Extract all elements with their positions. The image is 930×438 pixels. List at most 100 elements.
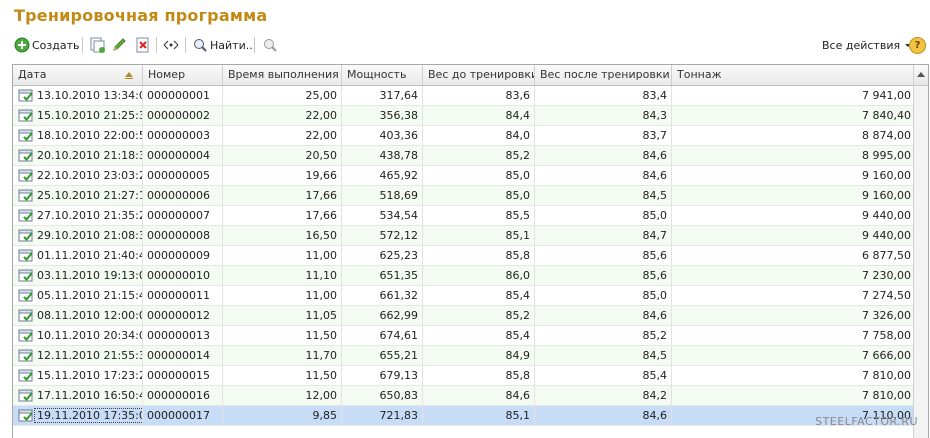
cell-tonnage[interactable]: 7 326,00 <box>672 306 915 325</box>
cell-number[interactable]: 000000004 <box>143 146 223 165</box>
cell-power[interactable]: 655,21 <box>342 346 423 365</box>
cell-tonnage[interactable]: 9 440,00 <box>672 226 915 245</box>
cell-number[interactable]: 000000012 <box>143 306 223 325</box>
cell-date[interactable]: 12.11.2010 21:55:32 <box>13 346 143 365</box>
cell-weight-after[interactable]: 84,5 <box>535 186 672 205</box>
vertical-scrollbar[interactable] <box>913 65 928 438</box>
cell-tonnage[interactable]: 7 810,00 <box>672 386 915 405</box>
cell-number[interactable]: 000000008 <box>143 226 223 245</box>
cell-date[interactable]: 22.10.2010 23:03:28 <box>13 166 143 185</box>
cell-power[interactable]: 662,99 <box>342 306 423 325</box>
cell-weight-after[interactable]: 84,3 <box>535 106 672 125</box>
cancel-search-icon[interactable] <box>262 37 278 53</box>
table-row[interactable]: 12.11.2010 21:55:32 000000014 11,70 655,21 8… <box>13 346 915 366</box>
cell-weight-after[interactable]: 84,7 <box>535 226 672 245</box>
table-row[interactable]: 13.10.2010 13:34:09 000000001 25,00 317,64 8… <box>13 86 915 106</box>
cell-weight-after[interactable]: 83,7 <box>535 126 672 145</box>
cell-duration[interactable]: 16,50 <box>223 226 342 245</box>
cell-weight-after[interactable]: 84,5 <box>535 346 672 365</box>
cell-power[interactable]: 438,78 <box>342 146 423 165</box>
cell-weight-after[interactable]: 85,0 <box>535 206 672 225</box>
table-row[interactable]: 20.10.2010 21:18:32 000000004 20,50 438,78 8… <box>13 146 915 166</box>
cell-tonnage[interactable]: 8 874,00 <box>672 126 915 145</box>
find-button[interactable]: Найти... <box>192 36 256 54</box>
cell-number[interactable]: 000000007 <box>143 206 223 225</box>
all-actions-menu[interactable]: Все действия <box>822 36 913 54</box>
cell-weight-before[interactable]: 86,0 <box>423 266 535 285</box>
cell-duration[interactable]: 19,66 <box>223 166 342 185</box>
cell-power[interactable]: 317,64 <box>342 86 423 105</box>
cell-date[interactable]: 13.10.2010 13:34:09 <box>13 86 143 105</box>
cell-duration[interactable]: 25,00 <box>223 86 342 105</box>
cell-power[interactable]: 651,35 <box>342 266 423 285</box>
column-header-weight-after[interactable]: Вес после тренировки <box>535 65 672 85</box>
table-row[interactable]: 17.11.2010 16:50:41 000000016 12,00 650,83 8… <box>13 386 915 406</box>
cell-weight-before[interactable]: 84,4 <box>423 106 535 125</box>
cell-duration[interactable]: 17,66 <box>223 206 342 225</box>
column-header-duration[interactable]: Время выполнения <box>223 65 342 85</box>
cell-number[interactable]: 000000015 <box>143 366 223 385</box>
cell-duration[interactable]: 11,00 <box>223 286 342 305</box>
cell-duration[interactable]: 11,50 <box>223 326 342 345</box>
table-row[interactable]: 18.10.2010 22:00:57 000000003 22,00 403,36 8… <box>13 126 915 146</box>
cell-duration[interactable]: 9,85 <box>223 406 342 425</box>
cell-date[interactable]: 17.11.2010 16:50:41 <box>13 386 143 405</box>
cell-weight-after[interactable]: 83,4 <box>535 86 672 105</box>
cell-duration[interactable]: 11,05 <box>223 306 342 325</box>
create-button[interactable]: Создать <box>14 36 80 54</box>
cell-date[interactable]: 25.10.2010 21:27:16 <box>13 186 143 205</box>
cell-number[interactable]: 000000010 <box>143 266 223 285</box>
cell-tonnage[interactable]: 6 877,50 <box>672 246 915 265</box>
table-row[interactable]: 03.11.2010 19:13:06 000000010 11,10 651,35 8… <box>13 266 915 286</box>
table-row[interactable]: 25.10.2010 21:27:16 000000006 17,66 518,69 8… <box>13 186 915 206</box>
cell-power[interactable]: 518,69 <box>342 186 423 205</box>
cell-power[interactable]: 465,92 <box>342 166 423 185</box>
cell-power[interactable]: 625,23 <box>342 246 423 265</box>
cell-power[interactable]: 674,61 <box>342 326 423 345</box>
cell-date[interactable]: 29.10.2010 21:08:38 <box>13 226 143 245</box>
table-row[interactable]: 27.10.2010 21:35:27 000000007 17,66 534,54 8… <box>13 206 915 226</box>
cell-number[interactable]: 000000011 <box>143 286 223 305</box>
cell-date[interactable]: 20.10.2010 21:18:32 <box>13 146 143 165</box>
cell-number[interactable]: 000000013 <box>143 326 223 345</box>
cell-power[interactable]: 534,54 <box>342 206 423 225</box>
cell-power[interactable]: 721,83 <box>342 406 423 425</box>
cell-weight-before[interactable]: 85,2 <box>423 306 535 325</box>
cell-number[interactable]: 000000001 <box>143 86 223 105</box>
documents-table[interactable]: Дата Номер Время выполнения Мощность Вес… <box>12 64 929 438</box>
cell-weight-before[interactable]: 84,6 <box>423 386 535 405</box>
column-header-power[interactable]: Мощность <box>342 65 423 85</box>
table-row[interactable]: 22.10.2010 23:03:28 000000005 19,66 465,92 8… <box>13 166 915 186</box>
cell-weight-before[interactable]: 85,5 <box>423 206 535 225</box>
cell-power[interactable]: 679,13 <box>342 366 423 385</box>
cell-tonnage[interactable]: 7 274,50 <box>672 286 915 305</box>
cell-weight-before[interactable]: 85,4 <box>423 286 535 305</box>
cell-tonnage[interactable]: 9 160,00 <box>672 166 915 185</box>
cell-tonnage[interactable]: 8 995,00 <box>672 146 915 165</box>
cell-weight-after[interactable]: 84,2 <box>535 386 672 405</box>
table-row[interactable]: 15.10.2010 21:25:31 000000002 22,00 356,38 8… <box>13 106 915 126</box>
cell-weight-after[interactable]: 85,6 <box>535 266 672 285</box>
cell-weight-after[interactable]: 84,6 <box>535 406 672 425</box>
cell-number[interactable]: 000000003 <box>143 126 223 145</box>
delete-mark-icon[interactable] <box>135 37 151 53</box>
table-row[interactable]: 05.11.2010 21:15:47 000000011 11,00 661,32 8… <box>13 286 915 306</box>
column-header-tonnage[interactable]: Тоннаж <box>672 65 915 85</box>
cell-tonnage[interactable]: 7 230,00 <box>672 266 915 285</box>
scroll-up-button[interactable] <box>914 65 928 86</box>
cell-weight-before[interactable]: 85,2 <box>423 146 535 165</box>
cell-number[interactable]: 000000017 <box>143 406 223 425</box>
cell-date[interactable]: 15.10.2010 21:25:31 <box>13 106 143 125</box>
cell-duration[interactable]: 11,10 <box>223 266 342 285</box>
expand-columns-icon[interactable] <box>162 37 180 53</box>
cell-weight-after[interactable]: 84,6 <box>535 306 672 325</box>
column-header-weight-before[interactable]: Вес до тренировки <box>423 65 535 85</box>
cell-duration[interactable]: 20,50 <box>223 146 342 165</box>
cell-duration[interactable]: 11,00 <box>223 246 342 265</box>
cell-tonnage[interactable]: 7 941,00 <box>672 86 915 105</box>
cell-weight-before[interactable]: 84,0 <box>423 126 535 145</box>
cell-power[interactable]: 356,38 <box>342 106 423 125</box>
cell-date[interactable]: 03.11.2010 19:13:06 <box>13 266 143 285</box>
cell-weight-after[interactable]: 85,4 <box>535 366 672 385</box>
column-header-number[interactable]: Номер <box>143 65 223 85</box>
